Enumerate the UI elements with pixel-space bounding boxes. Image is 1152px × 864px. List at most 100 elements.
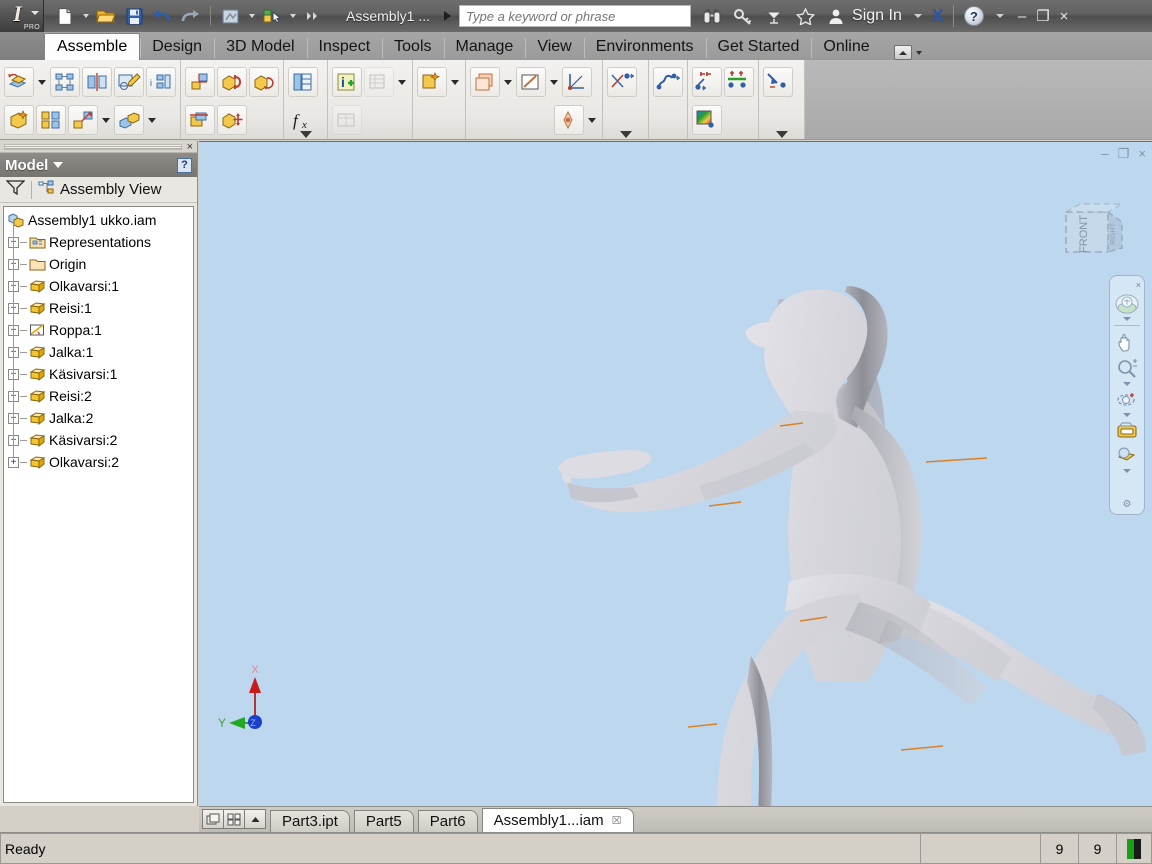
- chevron-down-icon[interactable]: [1123, 469, 1131, 473]
- undo-icon[interactable]: [149, 3, 175, 29]
- table-icon[interactable]: [332, 105, 362, 135]
- tree-node-jalka-1[interactable]: + Jalka:1: [6, 330, 193, 374]
- user-icon[interactable]: [825, 5, 847, 27]
- star-icon[interactable]: [794, 5, 816, 27]
- create-constraint-icon[interactable]: [607, 67, 637, 97]
- expand-icon[interactable]: +: [8, 456, 19, 468]
- color-override-icon[interactable]: [692, 105, 722, 135]
- tree-node-reisi-2[interactable]: + Reisi:2: [6, 374, 193, 418]
- help-button[interactable]: ?: [963, 6, 984, 26]
- tree-node-roppa-1[interactable]: + Roppa:1: [6, 308, 193, 352]
- qat-more-icon[interactable]: [300, 3, 326, 29]
- show-constraints-icon[interactable]: [185, 105, 215, 135]
- parts-list-icon[interactable]: [364, 67, 394, 97]
- graphics-viewport[interactable]: – ❐ × FRONT RIGHT × ⚙ X Y Z: [199, 141, 1152, 806]
- select-dropdown[interactable]: [287, 5, 298, 27]
- free-move-icon[interactable]: [217, 105, 247, 135]
- panel-expander[interactable]: [759, 131, 804, 138]
- search-box[interactable]: [459, 5, 692, 27]
- make-component-icon[interactable]: [417, 67, 447, 97]
- autodesk-exchange-icon[interactable]: X: [932, 6, 944, 27]
- replace-component-icon[interactable]: [68, 105, 98, 135]
- viewport-restore-button[interactable]: ❐: [1118, 146, 1130, 162]
- shrinkwrap-dropdown[interactable]: [146, 106, 158, 134]
- update-icon[interactable]: [218, 3, 244, 29]
- bill-of-materials-icon[interactable]: i: [146, 67, 176, 97]
- new-file-icon[interactable]: [52, 3, 78, 29]
- steering-wheel-icon[interactable]: [1114, 293, 1140, 321]
- assembly-view-selector[interactable]: Assembly View: [38, 180, 161, 200]
- title-expand-icon[interactable]: [444, 11, 452, 21]
- satellite-dish-icon[interactable]: [763, 5, 785, 27]
- place-component-dropdown[interactable]: [36, 68, 48, 96]
- close-button[interactable]: ×: [1060, 8, 1069, 25]
- panel-expander[interactable]: [603, 131, 648, 138]
- tab-design[interactable]: Design: [140, 33, 214, 60]
- model-tree[interactable]: Assembly1 ukko.iam + Representations + O…: [3, 206, 194, 803]
- browser-help-icon[interactable]: ?: [177, 157, 192, 173]
- ucs-icon[interactable]: [562, 67, 592, 97]
- search-input[interactable]: [466, 8, 685, 24]
- help-dropdown-icon[interactable]: [995, 14, 1004, 18]
- make-component-dropdown[interactable]: [449, 68, 461, 96]
- work-plane-icon[interactable]: [470, 67, 500, 97]
- orbit-icon[interactable]: [1115, 389, 1139, 417]
- chevron-down-icon[interactable]: [1123, 382, 1131, 386]
- doc-tab-assembly1[interactable]: Assembly1...iam ☒: [481, 808, 634, 832]
- binoculars-icon[interactable]: [701, 5, 723, 27]
- tree-node-kasivarsi-2[interactable]: + Käsivarsi:2: [6, 418, 193, 462]
- constrain-icon[interactable]: [185, 67, 215, 97]
- tab-inspect[interactable]: Inspect: [306, 33, 383, 60]
- browser-drag-handle[interactable]: ×: [0, 141, 197, 153]
- key-icon[interactable]: [732, 5, 754, 27]
- tab-online[interactable]: Online: [811, 33, 881, 60]
- convert-to-weldment-icon[interactable]: [653, 67, 683, 97]
- navbar-settings-icon[interactable]: ⚙: [1123, 499, 1132, 510]
- cascade-windows-button[interactable]: [202, 809, 224, 829]
- chevron-down-icon[interactable]: [1123, 413, 1131, 417]
- tab-tools[interactable]: Tools: [382, 33, 443, 60]
- tree-node-olkavarsi-2[interactable]: + Olkavarsi:2: [6, 451, 193, 473]
- restore-button[interactable]: ❐: [1036, 7, 1049, 25]
- free-rotate-icon[interactable]: [249, 67, 279, 97]
- tree-node-jalka-2[interactable]: + Jalka:2: [6, 396, 193, 440]
- navigation-bar[interactable]: × ⚙: [1109, 275, 1145, 515]
- shrinkwrap-icon[interactable]: [114, 105, 144, 135]
- viewport-minimize-button[interactable]: –: [1102, 146, 1109, 162]
- copy-component-icon[interactable]: [36, 105, 66, 135]
- chevron-down-icon[interactable]: [1123, 317, 1131, 321]
- sign-in-button[interactable]: Sign In: [852, 7, 902, 25]
- update-dropdown[interactable]: [246, 5, 257, 27]
- doc-tab-part6[interactable]: Part6: [417, 810, 478, 832]
- application-menu-button[interactable]: I PRO: [0, 0, 44, 32]
- replace-dropdown[interactable]: [100, 106, 112, 134]
- tile-windows-button[interactable]: [223, 809, 245, 829]
- doc-tab-part3[interactable]: Part3.ipt: [270, 810, 350, 832]
- open-folder-icon[interactable]: [93, 3, 119, 29]
- chevron-down-icon[interactable]: [31, 11, 39, 15]
- select-icon[interactable]: [259, 3, 285, 29]
- tree-node-assembly-root[interactable]: Assembly1 ukko.iam: [6, 209, 193, 231]
- frame-generator-icon[interactable]: [724, 67, 754, 97]
- work-point-dropdown[interactable]: [586, 106, 598, 134]
- place-component-icon[interactable]: [4, 67, 34, 97]
- joint-icon[interactable]: [217, 67, 247, 97]
- navbar-close-icon[interactable]: ×: [1136, 280, 1141, 290]
- scroll-tabs-button[interactable]: [244, 809, 266, 829]
- chevron-down-icon[interactable]: [915, 50, 922, 55]
- sign-in-dropdown-icon[interactable]: [913, 14, 922, 18]
- tree-node-origin[interactable]: + Origin: [6, 242, 193, 286]
- viewport-close-button[interactable]: ×: [1138, 146, 1146, 162]
- pattern-component-icon[interactable]: [50, 67, 80, 97]
- create-component-icon[interactable]: [4, 105, 34, 135]
- tab-assemble[interactable]: Assemble: [44, 33, 141, 60]
- doc-tab-part5[interactable]: Part5: [353, 810, 414, 832]
- pan-icon[interactable]: [1115, 333, 1139, 355]
- edit-sketch-icon[interactable]: [114, 67, 144, 97]
- close-icon[interactable]: ☒: [612, 814, 622, 827]
- tree-node-reisi-1[interactable]: + Reisi:1: [6, 286, 193, 330]
- plastic-part-icon[interactable]: [763, 67, 793, 97]
- tree-node-representations[interactable]: + Representations: [6, 220, 193, 264]
- view-cube[interactable]: FRONT RIGHT: [1056, 200, 1130, 266]
- work-point-icon[interactable]: [554, 105, 584, 135]
